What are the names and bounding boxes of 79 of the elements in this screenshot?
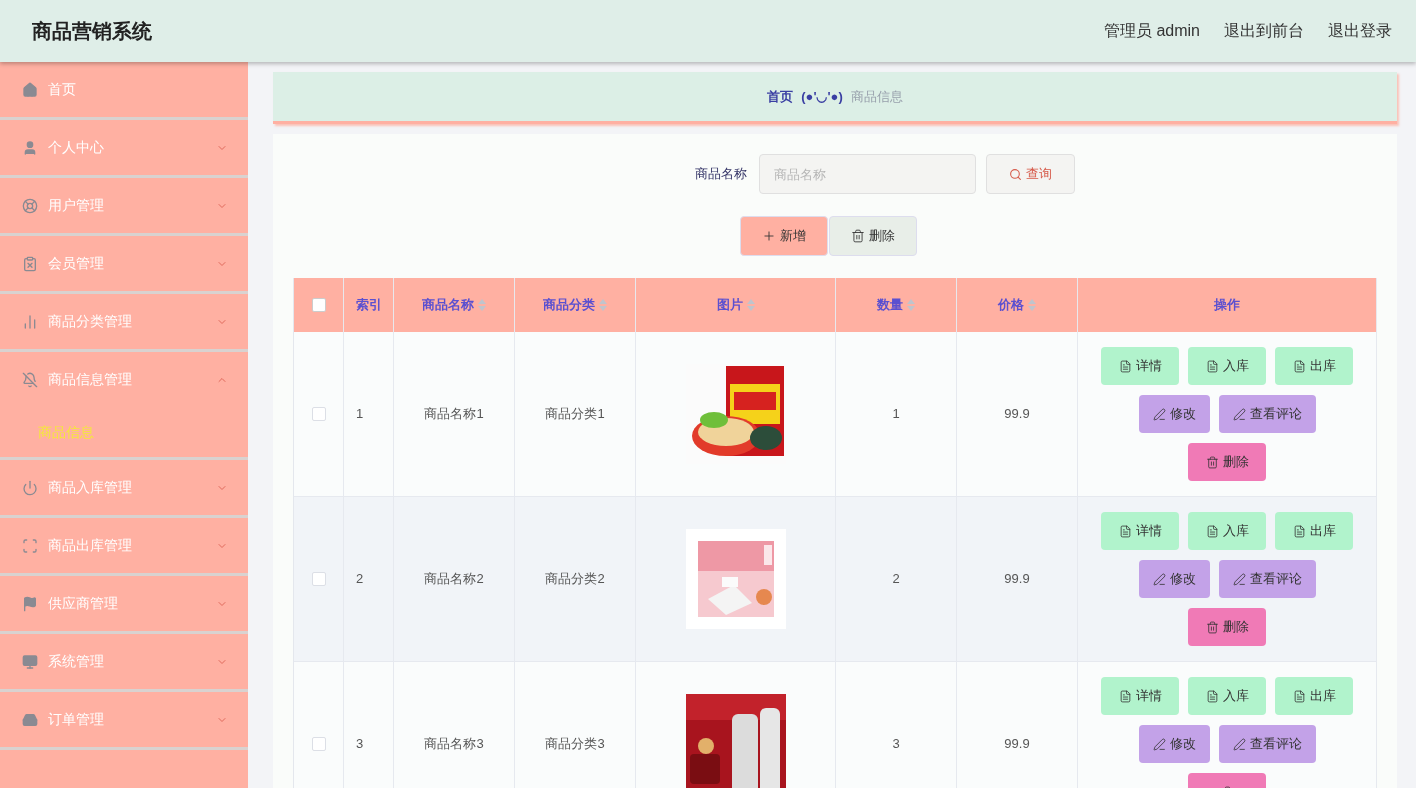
action-button[interactable]: 出库 xyxy=(1275,677,1353,715)
bell-off-icon xyxy=(22,371,38,388)
search-label: 商品名称 xyxy=(695,165,747,184)
search-field[interactable]: 商品名称 xyxy=(759,154,976,194)
search-icon xyxy=(1009,167,1022,181)
action-button[interactable]: 查看评论 xyxy=(1218,560,1316,598)
action-button[interactable]: 修改 xyxy=(1138,560,1210,598)
table-cell-text: 1 xyxy=(356,405,364,424)
document-icon xyxy=(1205,689,1219,703)
action-button[interactable]: 删除 xyxy=(1188,608,1266,646)
header-link[interactable]: 退出到前台 xyxy=(1224,19,1304,43)
document-icon xyxy=(1292,359,1306,373)
action-button[interactable]: 入库 xyxy=(1188,347,1266,385)
table-cell-text: 1 xyxy=(892,405,900,424)
search-button[interactable]: 查询 xyxy=(986,154,1075,194)
table-cell-text: 3 xyxy=(356,735,364,754)
lifebuoy-icon xyxy=(22,197,38,214)
breadcrumb-link[interactable]: 首页 xyxy=(767,86,794,107)
header-link[interactable]: 退出登录 xyxy=(1328,19,1392,43)
action-button[interactable]: 删除 xyxy=(1188,443,1266,481)
trash-icon xyxy=(1205,620,1219,634)
action-button[interactable]: 查看评论 xyxy=(1218,725,1316,763)
action-button[interactable]: 入库 xyxy=(1188,512,1266,550)
pencil-icon xyxy=(1232,407,1246,421)
table-cell-text: 99.9 xyxy=(1004,405,1030,424)
pencil-icon xyxy=(1232,737,1246,751)
table-cell-text: 99.9 xyxy=(1004,570,1030,589)
trash-icon xyxy=(1205,455,1219,469)
document-icon xyxy=(1118,689,1132,703)
app-title: 商品营销系统 xyxy=(32,19,152,44)
table-cell-text: 2 xyxy=(892,570,900,589)
table-cell-text: 商品名称1 xyxy=(424,405,484,424)
action-button[interactable]: 修改 xyxy=(1138,395,1210,433)
action-button[interactable]: 入库 xyxy=(1188,677,1266,715)
add-button[interactable]: 新增 xyxy=(739,216,828,256)
power-icon xyxy=(22,479,38,496)
select-all-checkbox[interactable] xyxy=(311,298,326,312)
table-cell-text: 商品分类2 xyxy=(545,570,605,589)
bar-chart-icon xyxy=(22,313,38,330)
action-button[interactable]: 详情 xyxy=(1101,347,1179,385)
action-button[interactable]: 详情 xyxy=(1101,677,1179,715)
pencil-icon xyxy=(1152,572,1166,586)
document-icon xyxy=(1118,359,1132,373)
plus-icon xyxy=(761,229,776,243)
monitor-icon xyxy=(22,653,38,670)
row-checkbox[interactable] xyxy=(311,737,326,751)
breadcrumb-separator: (●'◡'●) xyxy=(801,87,843,106)
document-icon xyxy=(1292,524,1306,538)
action-button[interactable]: 出库 xyxy=(1275,347,1353,385)
table-cell-text: 商品名称3 xyxy=(424,735,484,754)
pencil-icon xyxy=(1232,572,1246,586)
document-icon xyxy=(1205,524,1219,538)
row-checkbox[interactable] xyxy=(311,572,326,586)
document-icon xyxy=(1292,689,1306,703)
trash-icon xyxy=(850,229,865,243)
row-checkbox[interactable] xyxy=(311,407,326,421)
table-cell-text: 商品名称2 xyxy=(424,570,484,589)
flag-icon xyxy=(22,595,38,612)
document-icon xyxy=(1118,524,1132,538)
action-button[interactable]: 查看评论 xyxy=(1218,395,1316,433)
pencil-icon xyxy=(1152,407,1166,421)
table-cell-text: 99.9 xyxy=(1004,735,1030,754)
scan-icon xyxy=(22,537,38,554)
pencil-icon xyxy=(1152,737,1166,751)
action-button[interactable]: 修改 xyxy=(1138,725,1210,763)
user-icon xyxy=(22,139,38,156)
delete-button[interactable]: 删除 xyxy=(828,216,917,256)
action-button[interactable]: 详情 xyxy=(1101,512,1179,550)
action-button[interactable]: 出库 xyxy=(1275,512,1353,550)
table-cell-text: 商品分类3 xyxy=(545,735,605,754)
inbox-icon xyxy=(22,711,38,728)
clipboard-icon xyxy=(22,255,38,272)
header-link[interactable]: 管理员 admin xyxy=(1103,19,1200,43)
table-cell-text: 3 xyxy=(892,735,900,754)
document-icon xyxy=(1205,359,1219,373)
home-icon xyxy=(22,81,38,98)
table-cell-text: 商品分类1 xyxy=(545,405,605,424)
table-cell-text: 2 xyxy=(356,570,364,589)
breadcrumb-current: 商品信息 xyxy=(850,87,903,106)
